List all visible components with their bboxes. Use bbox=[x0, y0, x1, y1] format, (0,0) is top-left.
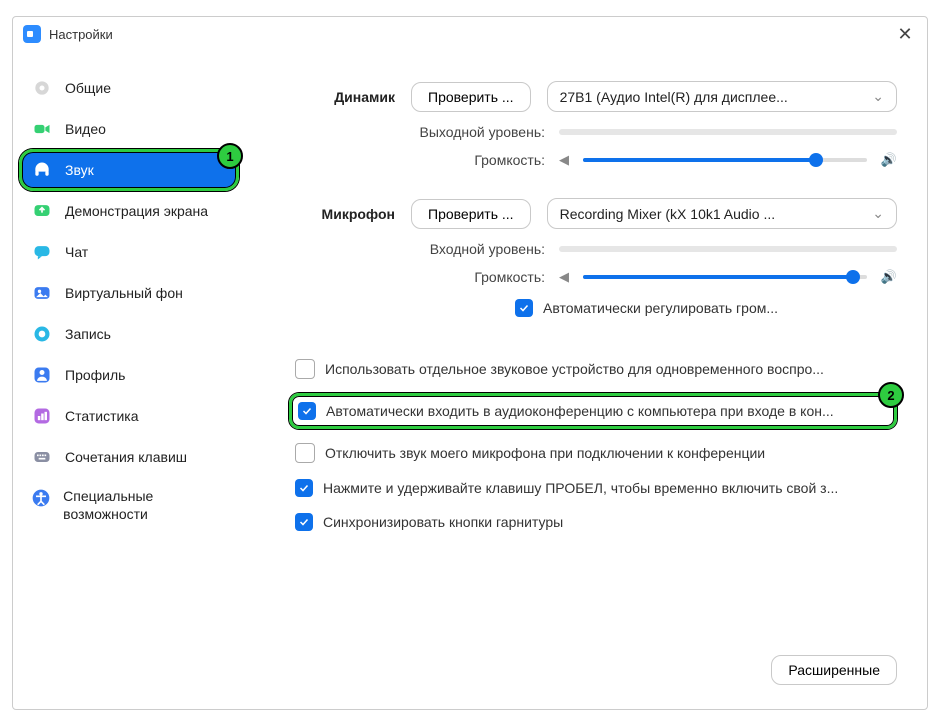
sidebar-item-label: Сочетания клавиш bbox=[65, 449, 187, 465]
sync-headset-label: Синхронизировать кнопки гарнитуры bbox=[323, 514, 563, 530]
sidebar-item-share-screen[interactable]: Демонстрация экрана bbox=[21, 192, 237, 230]
output-level-meter bbox=[559, 129, 897, 135]
auto-join-audio-option: 2 Автоматически входить в аудиоконференц… bbox=[289, 393, 897, 429]
audio-settings-panel: Динамик Проверить ... 27B1 (Аудио Intel(… bbox=[245, 51, 927, 709]
mic-volume-label: Громкость: bbox=[275, 269, 545, 285]
sidebar-item-profile[interactable]: Профиль bbox=[21, 356, 237, 394]
sidebar-item-statistics[interactable]: Статистика bbox=[21, 397, 237, 435]
mute-mic-on-join-checkbox[interactable] bbox=[295, 443, 315, 463]
headphones-icon bbox=[31, 159, 53, 181]
stats-icon bbox=[31, 405, 53, 427]
auto-adjust-volume-checkbox[interactable] bbox=[515, 299, 533, 317]
volume-low-icon: ◀ bbox=[559, 269, 569, 285]
sidebar-item-audio[interactable]: 1 Звук bbox=[21, 151, 237, 189]
push-to-talk-label: Нажмите и удерживайте клавишу ПРОБЕЛ, чт… bbox=[323, 480, 838, 496]
accessibility-icon bbox=[31, 487, 51, 509]
sync-headset-checkbox[interactable] bbox=[295, 513, 313, 531]
titlebar: Настройки ✕ bbox=[13, 17, 927, 51]
microphone-device-select[interactable]: Recording Mixer (kX 10k1 Audio ... ⌄ bbox=[547, 198, 897, 229]
image-icon bbox=[31, 282, 53, 304]
input-level-meter bbox=[559, 246, 897, 252]
test-speaker-button[interactable]: Проверить ... bbox=[411, 82, 531, 112]
separate-audio-device-checkbox[interactable] bbox=[295, 359, 315, 379]
input-level-label: Входной уровень: bbox=[275, 241, 545, 257]
mute-mic-on-join-label: Отключить звук моего микрофона при подкл… bbox=[325, 445, 765, 461]
speaker-volume-slider[interactable] bbox=[583, 158, 867, 162]
chat-icon bbox=[31, 241, 53, 263]
volume-high-icon: 🔊 bbox=[881, 152, 897, 168]
volume-low-icon: ◀ bbox=[559, 152, 569, 168]
auto-join-audio-label: Автоматически входить в аудиоконференцию… bbox=[326, 403, 834, 419]
sidebar-item-video[interactable]: Видео bbox=[21, 110, 237, 148]
settings-window: Настройки ✕ Общие Видео bbox=[0, 0, 940, 722]
push-to-talk-checkbox[interactable] bbox=[295, 479, 313, 497]
sidebar-item-shortcuts[interactable]: Сочетания клавиш bbox=[21, 438, 237, 476]
microphone-volume-slider[interactable] bbox=[583, 275, 867, 279]
speaker-section-label: Динамик bbox=[275, 89, 395, 105]
sidebar-item-virtual-bg[interactable]: Виртуальный фон bbox=[21, 274, 237, 312]
share-screen-icon bbox=[31, 200, 53, 222]
keyboard-icon bbox=[31, 446, 53, 468]
sidebar-item-general[interactable]: Общие bbox=[21, 69, 237, 107]
advanced-button[interactable]: Расширенные bbox=[771, 655, 897, 685]
speaker-device-select[interactable]: 27B1 (Аудио Intel(R) для дисплее... ⌄ bbox=[547, 81, 897, 112]
speaker-device-value: 27B1 (Аудио Intel(R) для дисплее... bbox=[560, 89, 788, 105]
sidebar-item-recording[interactable]: Запись bbox=[21, 315, 237, 353]
sidebar-item-label: Виртуальный фон bbox=[65, 285, 183, 301]
annotation-badge-1: 1 bbox=[217, 143, 243, 169]
sidebar-item-label: Статистика bbox=[65, 408, 139, 424]
settings-sidebar: Общие Видео 1 Звук bbox=[13, 51, 245, 709]
microphone-device-value: Recording Mixer (kX 10k1 Audio ... bbox=[560, 206, 776, 222]
microphone-section-label: Микрофон bbox=[275, 206, 395, 222]
window-title: Настройки bbox=[49, 27, 113, 42]
sidebar-item-label: Профиль bbox=[65, 367, 125, 383]
test-microphone-button[interactable]: Проверить ... bbox=[411, 199, 531, 229]
chevron-down-icon: ⌄ bbox=[872, 205, 884, 222]
separate-audio-device-label: Использовать отдельное звуковое устройст… bbox=[325, 361, 824, 377]
sidebar-item-label: Чат bbox=[65, 244, 88, 260]
output-level-label: Выходной уровень: bbox=[275, 124, 545, 140]
zoom-app-icon bbox=[23, 25, 41, 43]
record-icon bbox=[31, 323, 53, 345]
gear-icon bbox=[31, 77, 53, 99]
sidebar-item-chat[interactable]: Чат bbox=[21, 233, 237, 271]
close-button[interactable]: ✕ bbox=[893, 24, 917, 45]
video-icon bbox=[31, 118, 53, 140]
sidebar-item-accessibility[interactable]: Специальные возможности bbox=[21, 479, 237, 531]
sidebar-item-label: Общие bbox=[65, 80, 111, 96]
chevron-down-icon: ⌄ bbox=[872, 88, 884, 105]
sidebar-item-label: Звук bbox=[65, 162, 94, 178]
sidebar-item-label: Видео bbox=[65, 121, 106, 137]
sidebar-item-label: Специальные возможности bbox=[63, 487, 227, 523]
auto-join-audio-checkbox[interactable] bbox=[298, 402, 316, 420]
auto-adjust-volume-label: Автоматически регулировать гром... bbox=[543, 300, 778, 316]
volume-high-icon: 🔊 bbox=[881, 269, 897, 285]
sidebar-item-label: Запись bbox=[65, 326, 111, 342]
speaker-volume-label: Громкость: bbox=[275, 152, 545, 168]
sidebar-item-label: Демонстрация экрана bbox=[65, 203, 208, 219]
profile-icon bbox=[31, 364, 53, 386]
